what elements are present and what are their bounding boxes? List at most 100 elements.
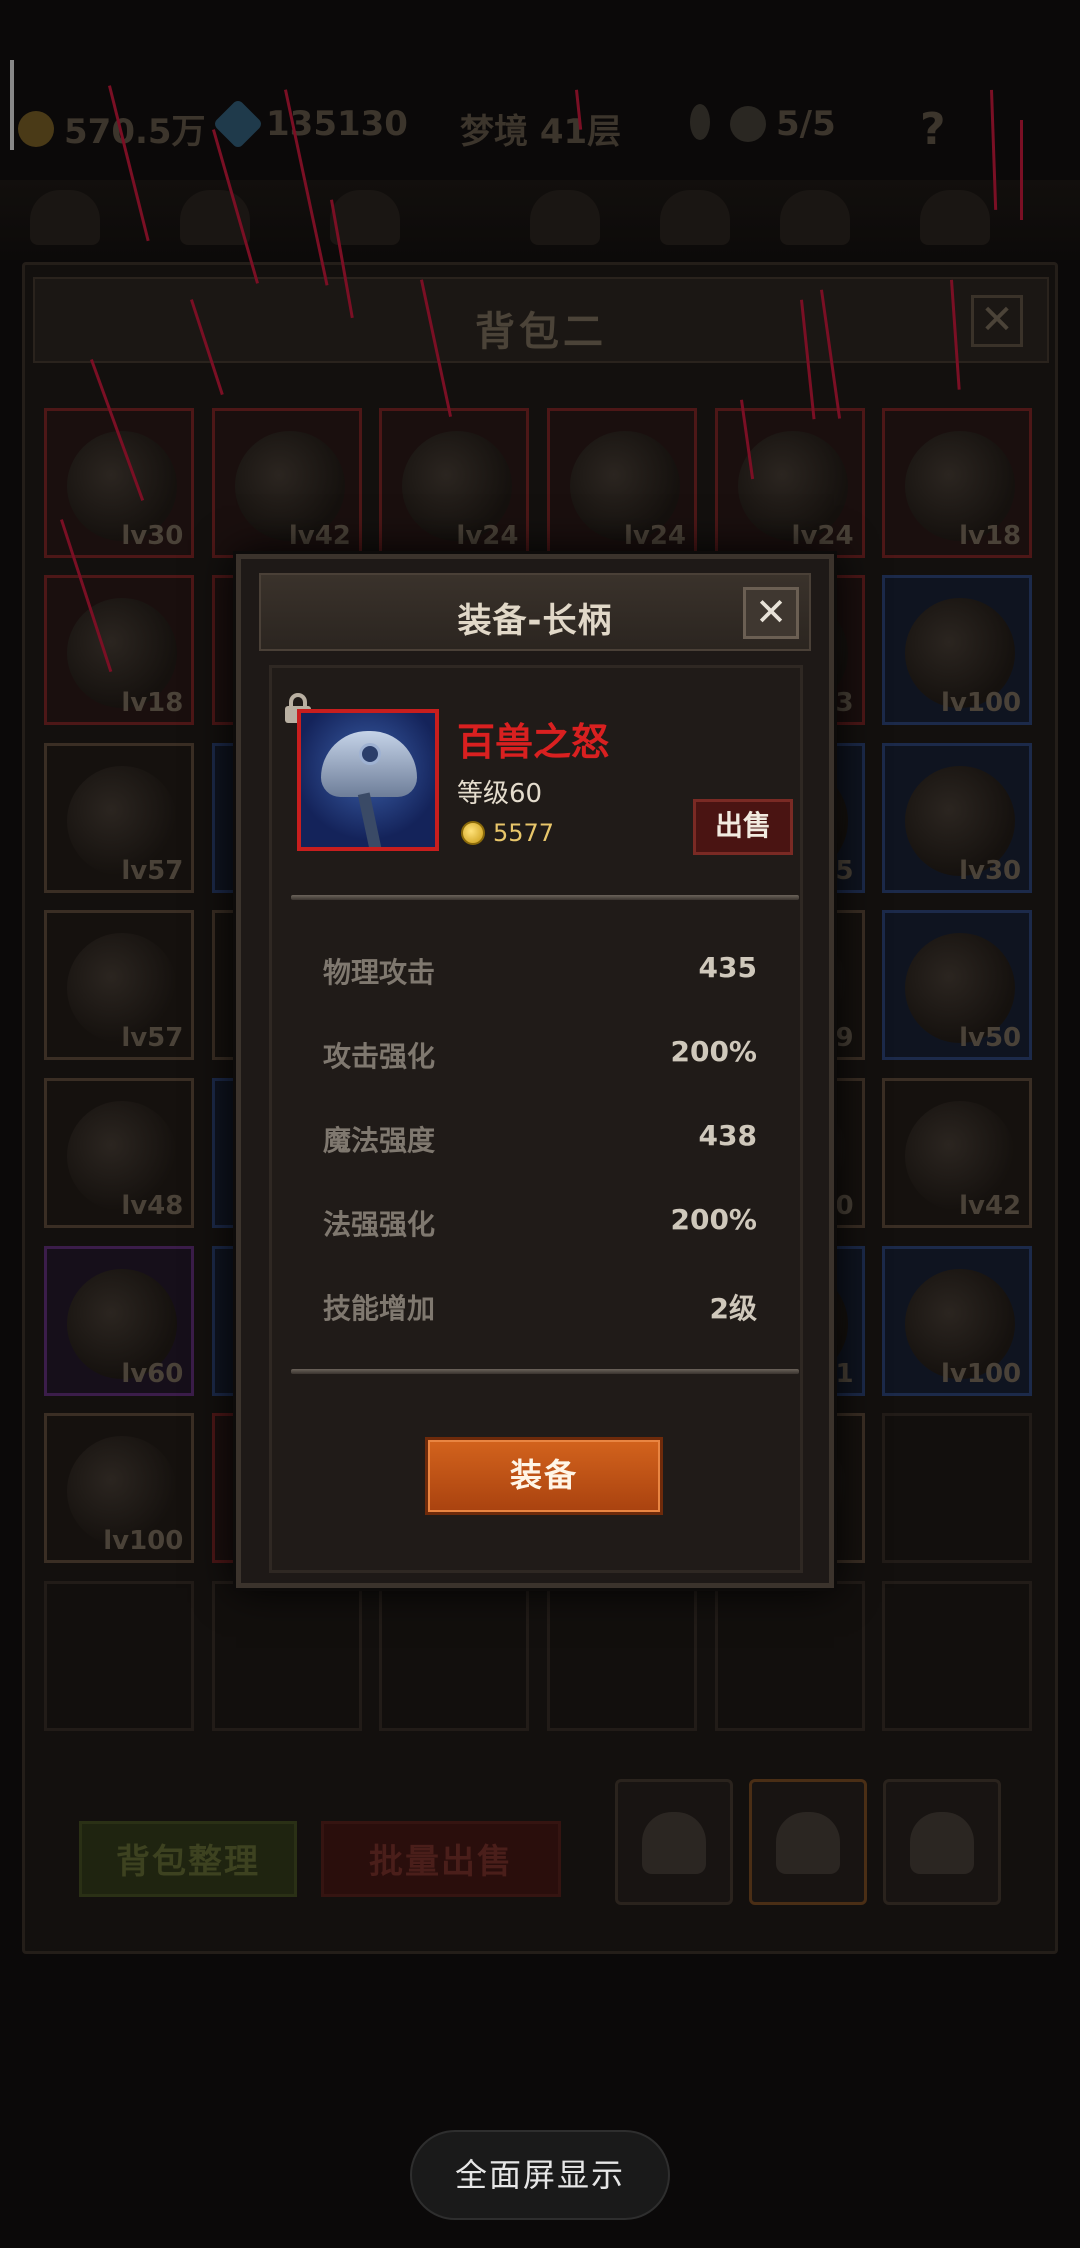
inventory-slot[interactable]: lv57 [44, 910, 195, 1061]
equipment-shelf [0, 180, 1080, 260]
inventory-slot[interactable] [44, 1580, 195, 1731]
inventory-slot[interactable] [882, 1580, 1033, 1731]
axe-handle [357, 792, 385, 847]
gem-counter: 135130 [212, 98, 408, 150]
stage-label: 梦境 41层 [460, 112, 622, 152]
shelf-slot-icon [660, 190, 730, 245]
dialog-close-button[interactable]: ✕ [743, 587, 799, 639]
shelf-slot-icon [920, 190, 990, 245]
slot-level: lv42 [288, 520, 351, 551]
item-price: 5577 [493, 819, 555, 847]
slot-level: lv30 [121, 520, 184, 551]
backpack-header: 背包二 ✕ [33, 277, 1049, 363]
bulk-sell-button[interactable]: 批量出售 [321, 1821, 561, 1897]
inventory-slot[interactable]: lv30 [882, 742, 1033, 893]
slot-level: lv100 [941, 688, 1022, 719]
inventory-slot[interactable]: lv18 [882, 407, 1033, 558]
bag-tab-2[interactable] [749, 1779, 867, 1905]
stat-label: 技能增加 [323, 1292, 436, 1325]
inventory-slot[interactable] [211, 1580, 362, 1731]
stat-label: 攻击强化 [323, 1040, 436, 1073]
slot-level: lv18 [121, 688, 184, 719]
slot-level: lv100 [941, 1358, 1022, 1389]
inventory-slot[interactable]: lv24 [714, 407, 865, 558]
gem-icon [212, 98, 264, 150]
slot-level: lv18 [959, 520, 1022, 551]
slot-level: lv100 [103, 1526, 184, 1557]
stat-row: 攻击强化 200% [323, 1035, 757, 1075]
shelf-slot-icon [530, 190, 600, 245]
coin-icon [18, 110, 54, 147]
inventory-slot[interactable]: lv100 [44, 1413, 195, 1564]
bag-icon [642, 1812, 706, 1874]
dialog-title: 装备-长柄 [457, 601, 613, 641]
item-image [297, 709, 439, 851]
skull-counter: 5/5 [730, 104, 836, 144]
slot-level: 1 [835, 1358, 854, 1389]
resource-bar: 570.5万 135130 梦境 41层 5/5 ? [0, 90, 1080, 170]
item-level: 等级60 [457, 779, 543, 809]
slot-level: lv24 [791, 520, 854, 551]
help-button[interactable]: ? [920, 104, 946, 155]
bag-tab-3[interactable] [883, 1779, 1001, 1905]
slot-level: lv48 [121, 1190, 184, 1221]
stat-value: 435 [698, 951, 757, 984]
inventory-slot[interactable]: lv57 [44, 742, 195, 893]
divider [291, 895, 799, 900]
key-icon [690, 104, 710, 140]
coin-icon [461, 821, 485, 845]
dialog-header: 装备-长柄 ✕ [259, 573, 811, 651]
slot-level: lv24 [623, 520, 687, 551]
stat-label: 物理攻击 [323, 956, 436, 989]
slot-level: lv60 [121, 1358, 184, 1389]
inventory-slot[interactable]: lv60 [44, 1245, 195, 1396]
stat-row: 技能增加 2级 [323, 1287, 757, 1327]
axe-gem [359, 743, 381, 765]
bag-tab-1[interactable] [615, 1779, 733, 1905]
inventory-slot[interactable]: lv100 [882, 575, 1033, 726]
inventory-slot[interactable] [882, 1413, 1033, 1564]
stat-row: 物理攻击 435 [323, 951, 757, 991]
slot-level: lv57 [121, 1023, 184, 1054]
inventory-slot[interactable]: lv48 [44, 1077, 195, 1228]
side-indicator [10, 60, 14, 150]
stat-label: 法强强化 [323, 1208, 436, 1241]
slot-level: 3 [835, 688, 854, 719]
shelf-slot-icon [30, 190, 100, 245]
sort-bag-button[interactable]: 背包整理 [79, 1821, 297, 1897]
fullscreen-button[interactable]: 全面屏显示 [410, 2130, 670, 2220]
gold-counter: 570.5万 [18, 104, 206, 153]
inventory-slot[interactable]: lv50 [882, 910, 1033, 1061]
stat-row: 法强强化 200% [323, 1203, 757, 1243]
inventory-slot[interactable]: lv24 [379, 407, 530, 558]
skull-icon [730, 106, 766, 142]
stat-value: 200% [670, 1203, 757, 1236]
backpack-title: 背包二 [475, 309, 607, 355]
sell-button[interactable]: 出售 [693, 799, 793, 855]
item-name: 百兽之怒 [457, 720, 610, 764]
inventory-slot[interactable]: lv42 [211, 407, 362, 558]
inventory-slot[interactable]: lv18 [44, 575, 195, 726]
slot-level: lv57 [121, 855, 184, 886]
key-indicator [690, 104, 710, 140]
slot-level: 5 [835, 855, 854, 886]
backpack-close-button[interactable]: ✕ [971, 295, 1023, 347]
inventory-slot[interactable] [714, 1580, 865, 1731]
bag-icon [776, 1812, 840, 1874]
inventory-slot[interactable]: lv100 [882, 1245, 1033, 1396]
shelf-slot-icon [330, 190, 400, 245]
rain-streak [1020, 120, 1023, 220]
stat-value: 438 [698, 1119, 757, 1152]
inventory-slot[interactable]: lv24 [547, 407, 698, 558]
stat-label: 魔法强度 [323, 1124, 436, 1157]
inventory-slot[interactable] [379, 1580, 530, 1731]
stat-row: 魔法强度 438 [323, 1119, 757, 1159]
stat-value: 200% [670, 1035, 757, 1068]
slot-level: 9 [835, 1023, 854, 1054]
bag-icon [910, 1812, 974, 1874]
inventory-slot[interactable] [547, 1580, 698, 1731]
item-detail-dialog: 装备-长柄 ✕ 百兽之怒 等级60 5577 出售 物理攻击 435 攻击强化 200… [236, 554, 834, 1588]
inventory-slot[interactable]: lv42 [882, 1077, 1033, 1228]
equip-button[interactable]: 装备 [425, 1437, 663, 1515]
slot-level: lv24 [456, 520, 519, 551]
